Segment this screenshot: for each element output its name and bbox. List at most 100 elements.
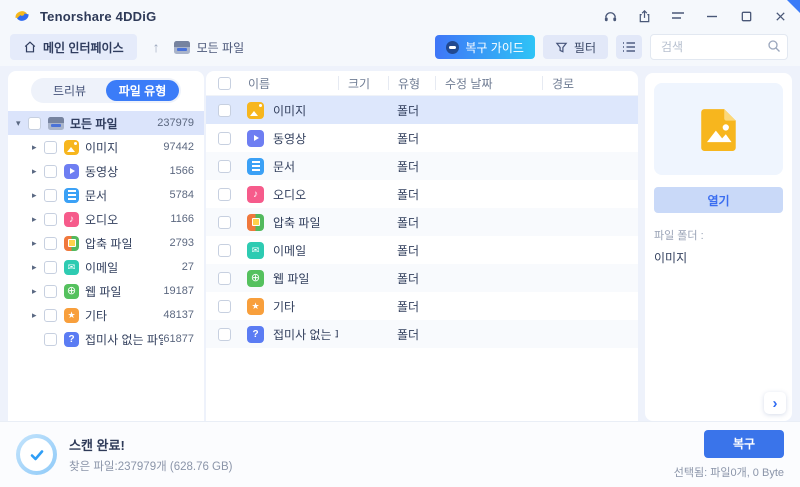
table-header: 이름 크기 유형 수정 날짜 경로 xyxy=(206,71,638,96)
minimize-icon[interactable] xyxy=(704,8,720,24)
row-checkbox[interactable] xyxy=(218,243,231,257)
row-checkbox[interactable] xyxy=(218,159,231,173)
checkbox[interactable] xyxy=(44,332,57,346)
sidebar-item[interactable]: ▸ 동영상 1566 xyxy=(8,159,204,183)
expand-arrow-icon[interactable]: ▸ xyxy=(32,286,44,297)
file-type-icon xyxy=(247,185,264,203)
main-interface-button[interactable]: 메인 인터페이스 xyxy=(10,34,137,60)
home-icon xyxy=(24,41,36,53)
expand-arrow-icon[interactable]: ▸ xyxy=(32,238,44,249)
drive-icon xyxy=(173,40,190,54)
file-table: 이름 크기 유형 수정 날짜 경로 이미지 폴더 동영상 폴더 문서 폴더 ♪ … xyxy=(206,71,638,421)
sidebar-item[interactable]: ▸ 웹 파일 19187 xyxy=(8,279,204,303)
checkbox[interactable] xyxy=(44,308,57,322)
checkbox[interactable] xyxy=(44,164,57,178)
collapse-arrow-icon[interactable]: ▾ xyxy=(16,118,28,129)
recovery-guide-button[interactable]: 복구 가이드 xyxy=(435,35,535,59)
column-header-size[interactable]: 크기 xyxy=(338,76,388,91)
app-logo-icon xyxy=(15,11,29,21)
checkbox[interactable] xyxy=(44,284,57,298)
row-checkbox[interactable] xyxy=(218,187,231,201)
file-count: 5784 xyxy=(169,189,194,201)
sidebar-item-label: 문서 xyxy=(85,188,108,203)
checkbox[interactable] xyxy=(44,236,57,250)
menu-icon[interactable] xyxy=(670,8,686,24)
table-row[interactable]: 동영상 폴더 xyxy=(206,124,638,152)
up-arrow-icon[interactable]: ↑ xyxy=(153,39,160,55)
sidebar-item[interactable]: ▸ 오디오 1166 xyxy=(8,207,204,231)
recover-button[interactable]: 복구 xyxy=(704,429,784,458)
scan-complete-badge xyxy=(16,434,57,475)
tab-file-type[interactable]: 파일 유형 xyxy=(106,80,179,101)
expand-arrow-icon[interactable]: ▸ xyxy=(32,190,44,201)
file-type-icon xyxy=(64,187,79,203)
table-row[interactable]: 이메일 폴더 xyxy=(206,236,638,264)
column-header-date[interactable]: 수정 날짜 xyxy=(435,76,542,91)
table-row[interactable]: 압축 파일 폴더 xyxy=(206,208,638,236)
sidebar-item[interactable]: ▸ 접미사 없는 파일 61877 xyxy=(8,327,204,351)
row-name: 이미지 xyxy=(273,103,307,118)
row-type: 폴더 xyxy=(397,131,420,146)
table-row[interactable]: 이미지 폴더 xyxy=(206,96,638,124)
file-type-icon xyxy=(64,235,79,251)
row-checkbox[interactable] xyxy=(218,271,231,285)
column-header-path[interactable]: 경로 xyxy=(542,76,638,91)
column-header-name[interactable]: 이름 xyxy=(206,75,338,92)
table-row[interactable]: 기타 폴더 xyxy=(206,292,638,320)
file-type-icon xyxy=(64,307,79,323)
close-icon[interactable] xyxy=(772,8,788,24)
file-count: 61877 xyxy=(163,333,194,345)
checkbox[interactable] xyxy=(44,140,57,154)
open-button[interactable]: 열기 xyxy=(654,187,783,213)
checkbox[interactable] xyxy=(28,116,41,130)
row-checkbox[interactable] xyxy=(218,299,231,313)
filter-button[interactable]: 필터 xyxy=(542,35,608,59)
table-row[interactable]: 접미사 없는 파일 폴더 xyxy=(206,320,638,348)
search-icon[interactable] xyxy=(767,39,781,53)
support-headset-icon[interactable] xyxy=(602,8,618,24)
row-name: 기타 xyxy=(273,299,296,314)
right-panel-column: 열기 파일 폴더 : 이미지 › xyxy=(638,71,800,421)
row-name: 이메일 xyxy=(273,243,307,258)
view-list-button[interactable] xyxy=(616,35,642,59)
sidebar: 트리뷰 파일 유형 ▾ 모든 파일 237979 ▸ 이미지 97442 ▸ 동… xyxy=(8,71,204,421)
sidebar-item-label: 압축 파일 xyxy=(85,236,133,251)
toolbar: 메인 인터페이스 ↑ 모든 파일 복구 가이드 필터 xyxy=(0,32,800,66)
funnel-icon xyxy=(555,42,568,53)
row-checkbox[interactable] xyxy=(218,327,231,341)
expand-arrow-icon[interactable]: ▸ xyxy=(32,166,44,177)
column-header-type[interactable]: 유형 xyxy=(388,76,435,91)
sidebar-item[interactable]: ▸ 이메일 27 xyxy=(8,255,204,279)
expand-arrow-icon[interactable]: ▸ xyxy=(32,142,44,153)
row-checkbox[interactable] xyxy=(218,103,231,117)
row-name: 문서 xyxy=(273,159,296,174)
expand-arrow-icon[interactable]: ▸ xyxy=(32,214,44,225)
sidebar-item[interactable]: ▸ 압축 파일 2793 xyxy=(8,231,204,255)
sidebar-item-label: 웹 파일 xyxy=(85,284,122,299)
breadcrumb: 모든 파일 xyxy=(173,39,244,56)
table-row[interactable]: 웹 파일 폴더 xyxy=(206,264,638,292)
row-checkbox[interactable] xyxy=(218,131,231,145)
sidebar-item[interactable]: ▸ 이미지 97442 xyxy=(8,135,204,159)
file-count: 19187 xyxy=(163,285,194,297)
checkbox[interactable] xyxy=(44,212,57,226)
table-row[interactable]: 문서 폴더 xyxy=(206,152,638,180)
share-icon[interactable] xyxy=(636,8,652,24)
file-type-icon xyxy=(247,213,264,231)
row-checkbox[interactable] xyxy=(218,215,231,229)
table-row[interactable]: 오디오 폴더 xyxy=(206,180,638,208)
sidebar-item[interactable]: ▸ 기타 48137 xyxy=(8,303,204,327)
bottom-right: 복구 선택됨: 파일0개, 0 Byte xyxy=(674,429,784,480)
expand-arrow-icon[interactable]: ▸ xyxy=(32,262,44,273)
folder-value: 이미지 xyxy=(654,251,688,265)
expand-arrow-icon[interactable]: ▸ xyxy=(32,310,44,321)
sidebar-item[interactable]: ▸ 문서 5784 xyxy=(8,183,204,207)
checkbox[interactable] xyxy=(44,188,57,202)
sidebar-item-all-files[interactable]: ▾ 모든 파일 237979 xyxy=(8,111,204,135)
checkbox[interactable] xyxy=(44,260,57,274)
maximize-icon[interactable] xyxy=(738,8,754,24)
tab-tree-view[interactable]: 트리뷰 xyxy=(33,80,106,101)
next-chevron-button[interactable]: › xyxy=(764,392,786,414)
select-all-checkbox[interactable] xyxy=(218,76,231,90)
check-icon xyxy=(20,438,53,471)
